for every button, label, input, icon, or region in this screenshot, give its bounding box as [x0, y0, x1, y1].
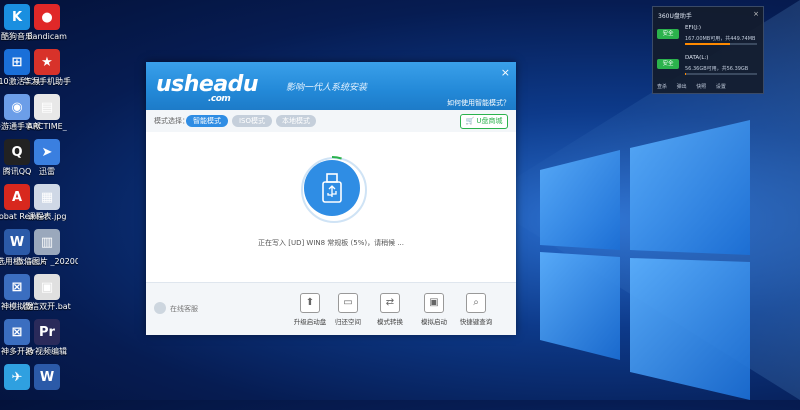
app-slogan: 影响一代人系统安装	[286, 83, 368, 93]
drive-name: DATA(L:)	[685, 55, 709, 61]
desktop-icon-label: 微信图片 _2020090...	[16, 257, 78, 266]
usheadu-window: usheadu .com 影响一代人系统安装 × 如何使用智能模式？ 模式选择：…	[146, 62, 516, 335]
app-icon: ▦	[34, 184, 60, 210]
settings-button[interactable]: 设置	[716, 84, 726, 90]
tool-button[interactable]: ⬆ 升级启动盘	[292, 293, 328, 326]
tool-label: 模式转换	[377, 318, 403, 326]
usb-helper-widget: 360U盘助手 × 安全 EFI(J:) 167.00MB可用，共449.74M…	[652, 6, 764, 94]
drive-name: EFI(J:)	[685, 25, 702, 31]
desktop-icon[interactable]: ➤ 迅雷	[16, 139, 78, 185]
drive-data[interactable]: 安全 DATA(L:) 56.36GB可用，共56.39GB	[657, 53, 759, 79]
tool-icon: ⬆	[300, 293, 320, 313]
tool-label: 升级启动盘	[293, 318, 327, 326]
desktop-icon[interactable]: Pr Pr视频编辑	[16, 319, 78, 365]
desktop-icon-label: Pr视频编辑	[27, 347, 67, 356]
desktop-icon[interactable]: ★ 华为手机助手	[16, 49, 78, 95]
tab-local-mode[interactable]: 本地模式	[276, 115, 316, 127]
app-icon: ★	[34, 49, 60, 75]
mode-label: 模式选择：	[154, 117, 189, 125]
app-icon: ▥	[34, 229, 60, 255]
tool-icon: ⇄	[380, 293, 400, 313]
tool-button[interactable]: ▣ 模拟启动	[416, 293, 452, 326]
desktop-icon-label: 迅雷	[39, 167, 55, 176]
drive-usage-bar	[685, 43, 757, 45]
u-shop-button[interactable]: 🛒 U盘商城	[460, 114, 508, 129]
tool-button[interactable]: ⇄ 模式转换	[372, 293, 408, 326]
online-service-icon[interactable]	[154, 302, 166, 314]
desktop-icon-label: ARCTIME_	[27, 122, 67, 131]
online-service-label[interactable]: 在线客服	[170, 304, 198, 314]
scan-button[interactable]: 查杀	[657, 84, 667, 90]
tool-icon: ⌕	[466, 293, 486, 313]
app-logo: usheadu .com	[156, 72, 259, 104]
footer-toolbar: 在线客服 ⬆ 升级启动盘 ▭ 归还空间 ⇄ 模式转换 ▣ 模拟启动 ⌕ 快捷键查询	[146, 282, 516, 335]
progress-area: 正在写入 [UD] WIN8 常规板 (5%)，请稍候 ...	[146, 132, 516, 282]
drive-info: 167.00MB可用，共449.74MB	[685, 36, 756, 42]
widget-actions: 查杀 弹出 快照 设置	[657, 83, 759, 90]
desktop-icon[interactable]: ▥ 微信图片 _2020090...	[16, 229, 78, 275]
drive-efi[interactable]: 安全 EFI(J:) 167.00MB可用，共449.74MB	[657, 23, 759, 49]
tool-button[interactable]: ▭ 归还空间	[330, 293, 366, 326]
tab-iso-mode[interactable]: ISO模式	[232, 115, 272, 127]
desktop-icon-label: 华为手机助手	[23, 77, 71, 86]
desktop-icon[interactable]: ▤ ARCTIME_	[16, 94, 78, 140]
safe-badge: 安全	[657, 29, 679, 39]
app-icon: ▣	[34, 274, 60, 300]
eject-button[interactable]: 弹出	[677, 84, 687, 90]
tool-label: 快捷键查询	[459, 318, 493, 326]
widget-title: 360U盘助手	[658, 13, 692, 20]
window-header: usheadu .com 影响一代人系统安装 × 如何使用智能模式？	[146, 62, 516, 110]
mode-bar: 模式选择： 智能模式 ISO模式 本地模式 🛒 U盘商城	[146, 110, 516, 133]
tool-label: 归还空间	[335, 318, 361, 326]
app-icon: Pr	[34, 319, 60, 345]
drive-usage-bar	[685, 73, 757, 75]
tool-icon: ▣	[424, 293, 444, 313]
app-icon: ▤	[34, 94, 60, 120]
app-icon: W	[34, 364, 60, 390]
usb-drive-icon	[304, 160, 360, 216]
desktop-icons: K酷狗音乐●Bandicam⊞n10激活工具★华为手机助手◉手游通手享帮▤ARC…	[0, 0, 78, 400]
close-icon[interactable]: ×	[753, 10, 759, 18]
desktop-icon[interactable]: ▦ 课程表.jpg	[16, 184, 78, 230]
safe-badge: 安全	[657, 59, 679, 69]
close-icon[interactable]: ×	[501, 66, 510, 79]
drive-info: 56.36GB可用，共56.39GB	[685, 66, 749, 72]
tool-label: 模拟启动	[421, 318, 447, 326]
tool-icon: ▭	[338, 293, 358, 313]
desktop-icon[interactable]: ▣ 微信双开.bat	[16, 274, 78, 320]
desktop-icon-label: 微信双开.bat	[23, 302, 71, 311]
snapshot-button[interactable]: 快照	[696, 84, 706, 90]
desktop-icon-label: Bandicam	[27, 32, 67, 41]
desktop-icon[interactable]: W	[16, 364, 78, 410]
desktop-icon[interactable]: ● Bandicam	[16, 4, 78, 50]
help-link[interactable]: 如何使用智能模式？	[447, 98, 510, 108]
app-icon: ➤	[34, 139, 60, 165]
tab-smart-mode[interactable]: 智能模式	[186, 115, 228, 127]
tool-button[interactable]: ⌕ 快捷键查询	[458, 293, 494, 326]
desktop-icon-label: 课程表.jpg	[27, 212, 67, 221]
app-icon: ●	[34, 4, 60, 30]
status-text: 正在写入 [UD] WIN8 常规板 (5%)，请稍候 ...	[257, 239, 405, 247]
